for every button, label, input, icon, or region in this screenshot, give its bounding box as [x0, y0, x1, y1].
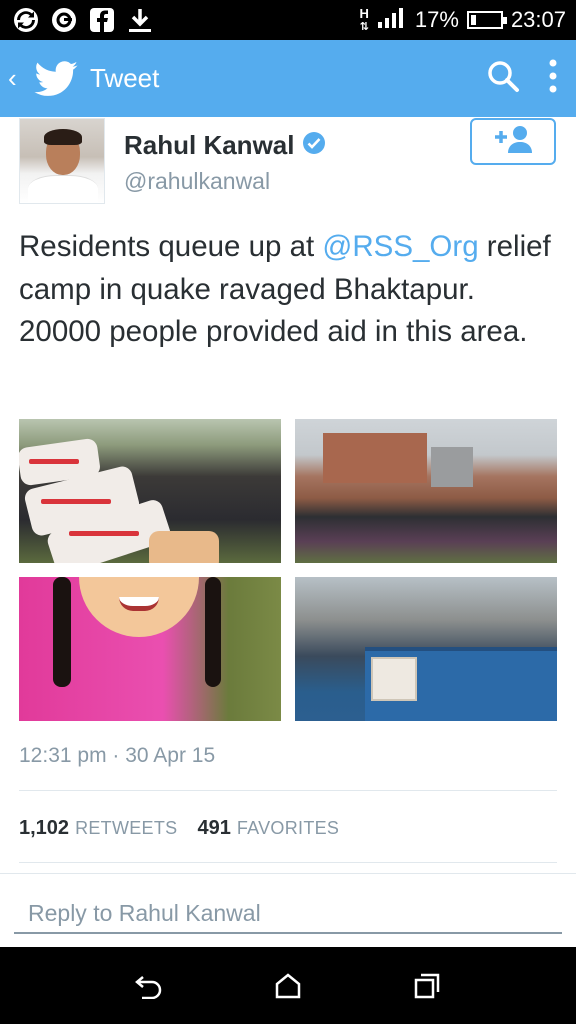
tweet-photo-3[interactable]	[19, 577, 281, 721]
browser-icon	[50, 6, 78, 34]
retweets-count[interactable]: 1,102	[19, 817, 69, 840]
tweet-stats: 1,102 RETWEETS 491 FAVORITES	[19, 817, 339, 840]
tweet-photo-1[interactable]	[19, 419, 281, 563]
more-vertical-icon[interactable]	[548, 58, 558, 99]
back-arrow-icon[interactable]	[124, 961, 174, 1011]
reply-area	[0, 873, 576, 947]
favorites-label[interactable]: FAVORITES	[237, 818, 339, 839]
mention-link[interactable]: @RSS_Org	[322, 230, 478, 263]
battery-percent: 17%	[414, 7, 459, 32]
facebook-icon	[88, 6, 116, 34]
tweet-text: Residents queue up at @RSS_Org relief ca…	[19, 226, 564, 354]
reply-input[interactable]	[14, 894, 562, 934]
status-bar: H ⇅ 17% 23:07	[0, 0, 576, 40]
battery-icon	[466, 11, 507, 29]
author-name[interactable]: Rahul Kanwal	[124, 130, 294, 161]
recent-apps-icon[interactable]	[402, 961, 452, 1011]
tweet-text-start: Residents queue up at	[19, 230, 323, 263]
screen-title: Tweet	[90, 63, 160, 93]
verified-badge-icon	[302, 131, 326, 160]
retweets-label[interactable]: RETWEETS	[75, 818, 177, 839]
avatar[interactable]	[19, 118, 105, 204]
tweet-photo-2[interactable]	[295, 419, 557, 563]
author-name-row: Rahul Kanwal	[124, 130, 326, 161]
sync-icon	[12, 6, 40, 34]
signal-icon	[377, 6, 407, 34]
network-type-indicator: H ⇅	[359, 5, 369, 33]
home-icon[interactable]	[263, 961, 313, 1011]
download-icon	[126, 6, 154, 34]
search-icon[interactable]	[486, 59, 520, 98]
add-user-icon	[491, 124, 535, 159]
tweet-photo-4[interactable]	[295, 577, 557, 721]
system-nav-bar	[0, 947, 576, 1024]
divider	[19, 790, 557, 791]
divider	[19, 862, 557, 863]
tweet-timestamp: 12:31 pm · 30 Apr 15	[19, 744, 216, 767]
action-bar: ‹ Tweet	[0, 40, 576, 117]
chevron-left-icon[interactable]: ‹	[0, 63, 28, 94]
follow-button[interactable]	[470, 118, 556, 165]
favorites-count[interactable]: 491	[197, 817, 230, 840]
clock: 23:07	[510, 7, 566, 32]
author-handle[interactable]: @rahulkanwal	[124, 168, 270, 195]
twitter-bird-icon[interactable]	[34, 60, 78, 97]
